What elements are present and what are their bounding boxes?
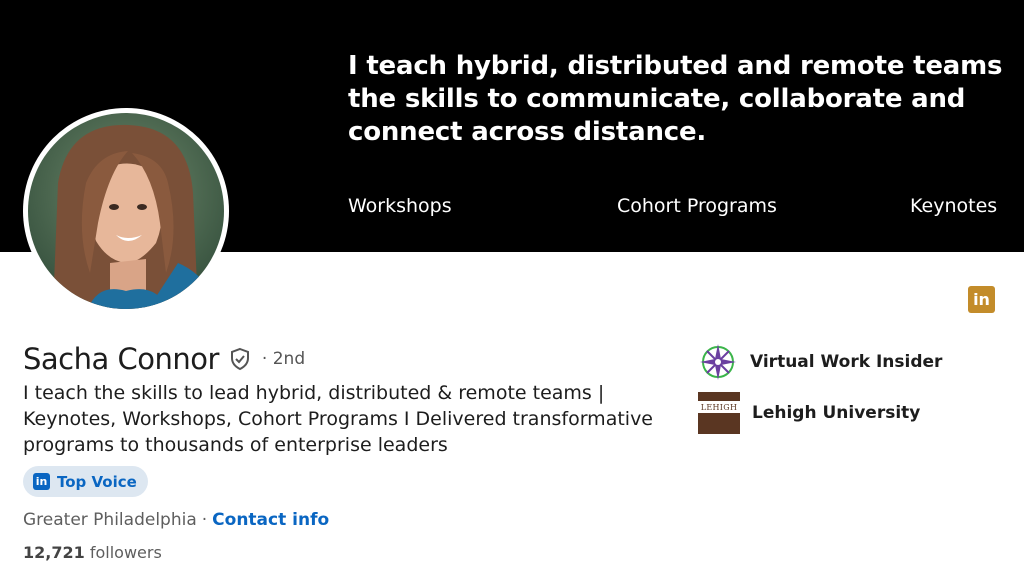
- org-name: Virtual Work Insider: [750, 352, 943, 372]
- location-text: Greater Philadelphia: [23, 510, 197, 530]
- banner-workshops: Workshops: [348, 195, 452, 217]
- banner-keynotes: Keynotes: [910, 195, 998, 217]
- avatar[interactable]: [23, 108, 229, 314]
- followers-number: 12,721: [23, 543, 85, 562]
- headline-line: Keynotes, Workshops, Cohort Programs I D…: [23, 408, 653, 430]
- org-name: Lehigh University: [752, 403, 921, 423]
- banner-headline: I teach hybrid, distributed and remote t…: [348, 50, 1018, 149]
- location-row: Greater Philadelphia · Contact info: [23, 510, 329, 530]
- headline-line: I teach the skills to lead hybrid, distr…: [23, 382, 605, 404]
- linkedin-small-icon: in: [33, 473, 50, 490]
- separator: ·: [201, 510, 208, 530]
- avatar-photo: [28, 113, 224, 309]
- compass-logo-icon: [700, 344, 736, 380]
- banner-cohort-programs: Cohort Programs: [617, 195, 777, 217]
- org-lehigh-university[interactable]: LEHIGH Lehigh University: [698, 392, 920, 434]
- top-voice-badge[interactable]: in Top Voice: [23, 466, 148, 497]
- banner-headline-line: connect across distance.: [348, 117, 707, 147]
- contact-info-link[interactable]: Contact info: [212, 510, 329, 530]
- banner-headline-line: the skills to communicate, collaborate a…: [348, 84, 966, 114]
- followers-count[interactable]: 12,721 followers: [23, 543, 162, 562]
- linkedin-icon[interactable]: in: [968, 286, 995, 313]
- org-virtual-work-insider[interactable]: Virtual Work Insider: [698, 342, 942, 382]
- profile-name: Sacha Connor: [23, 342, 219, 376]
- profile-headline: I teach the skills to lead hybrid, distr…: [23, 380, 663, 458]
- banner-headline-line: I teach hybrid, distributed and remote t…: [348, 51, 1003, 81]
- headline-line: programs to thousands of enterprise lead…: [23, 434, 448, 456]
- lehigh-logo-icon: LEHIGH: [698, 392, 740, 434]
- name-row: Sacha Connor · 2nd: [23, 342, 305, 376]
- top-voice-label: Top Voice: [57, 472, 137, 491]
- connection-degree: · 2nd: [261, 349, 306, 369]
- lehigh-logo-text: LEHIGH: [698, 401, 740, 413]
- verified-shield-icon[interactable]: [228, 347, 252, 371]
- followers-label: followers: [89, 543, 162, 562]
